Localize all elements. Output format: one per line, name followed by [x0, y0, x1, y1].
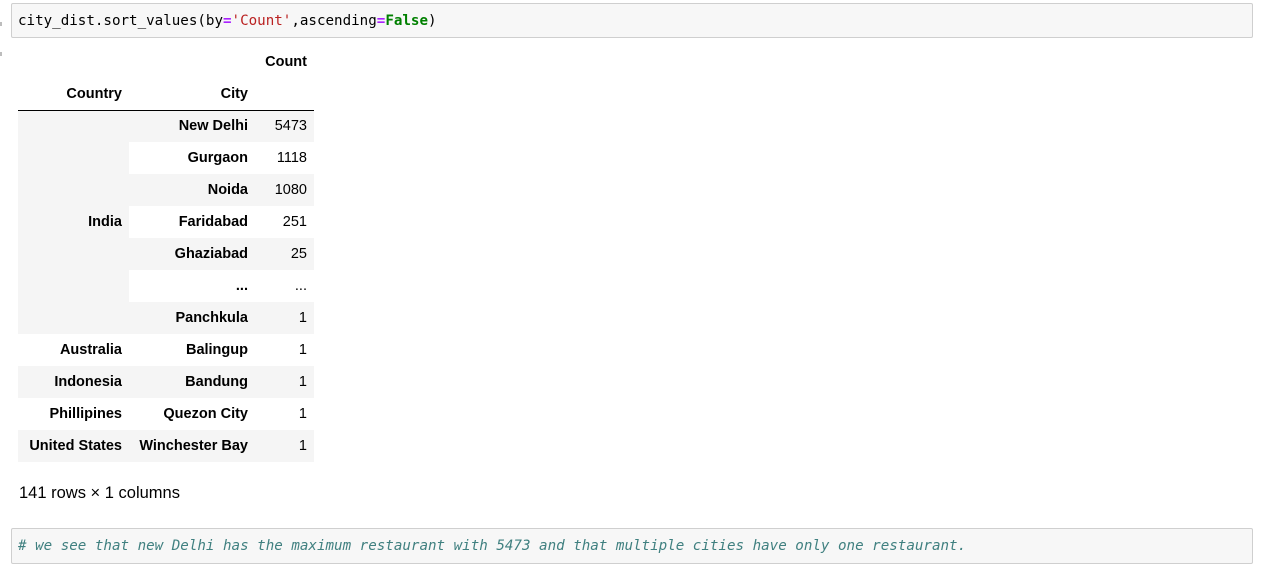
row-city-label: Gurgaon [187, 150, 248, 166]
blank-header [18, 46, 129, 78]
code-cell[interactable]: city_dist.sort_values(by='Count',ascendi… [11, 3, 1253, 38]
row-count-value: 1 [255, 430, 314, 462]
row-count-value: 1080 [255, 174, 314, 206]
table-row: Australia Balingup 1 [18, 334, 314, 366]
table-row: Indonesia Bandung 1 [18, 366, 314, 398]
row-country-label: India [18, 110, 129, 334]
row-city-label: Ghaziabad [129, 238, 255, 270]
row-country-label: Indonesia [18, 366, 129, 398]
row-count-value: 1 [298, 342, 307, 358]
row-city-label: Faridabad [178, 214, 248, 230]
table-row: Phillipines Quezon City 1 [18, 398, 314, 430]
index-header-row: Country City [18, 78, 314, 111]
table-row: United States Winchester Bay 1 [18, 430, 314, 462]
row-city-label: Balingup [185, 342, 248, 358]
row-city-label: Winchester Bay [129, 430, 255, 462]
row-city-label: ... [235, 278, 248, 294]
cell-edge-marker [0, 22, 2, 26]
code-line[interactable]: city_dist.sort_values(by='Count',ascendi… [18, 12, 437, 30]
code-token-string: 'Count' [231, 13, 292, 29]
blank-header [255, 78, 314, 111]
row-count-value: 1 [298, 406, 307, 422]
row-city-label: New Delhi [129, 110, 255, 142]
comment-line[interactable]: # we see that new Delhi has the maximum … [18, 537, 966, 555]
code-token-prefix: city_dist.sort_values(by [18, 13, 223, 29]
row-country-label: United States [18, 430, 129, 462]
column-header-count: Count [265, 54, 307, 70]
row-count-value: 5473 [255, 110, 314, 142]
row-count-value: 1 [255, 366, 314, 398]
index-header-country: Country [18, 78, 129, 111]
dataframe-shape-text: 141 rows × 1 columns [19, 484, 180, 502]
table-row: India New Delhi 5473 [18, 110, 314, 334]
code-token-keyword: False [385, 13, 429, 29]
cell-edge-marker [0, 52, 2, 56]
code-token-suffix: ) [428, 13, 437, 29]
dataframe-table: Count Country City India New Delhi 5473 … [18, 46, 314, 462]
row-country-label: Australia [18, 334, 129, 366]
column-header-row: Count [18, 46, 314, 78]
row-count-value: 1118 [276, 150, 307, 166]
row-city-label: Panchkula [129, 302, 255, 334]
code-token-mid: ,ascending [291, 13, 377, 29]
blank-header [129, 46, 255, 78]
code-token-equals: = [223, 13, 232, 29]
row-count-value: 251 [282, 214, 307, 230]
row-count-value: 1 [255, 302, 314, 334]
markdown-cell[interactable]: # we see that new Delhi has the maximum … [11, 528, 1253, 564]
row-count-value: ... [294, 278, 307, 294]
row-city-label: Quezon City [163, 406, 248, 422]
row-city-label: Bandung [129, 366, 255, 398]
index-header-city: City [129, 78, 255, 111]
row-count-value: 25 [255, 238, 314, 270]
row-city-label: Noida [129, 174, 255, 206]
row-country-label: Phillipines [18, 398, 129, 430]
